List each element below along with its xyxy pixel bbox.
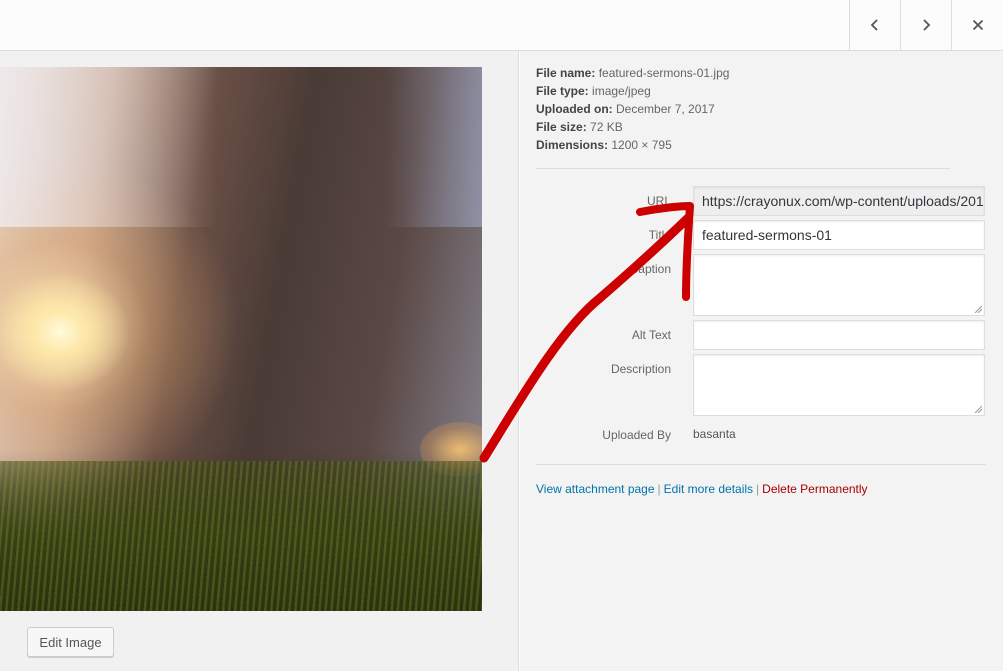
photo-sky (0, 67, 482, 227)
file-type-label: File type: (536, 84, 589, 98)
delete-permanently-link[interactable]: Delete Permanently (762, 482, 867, 496)
title-label: Title (648, 228, 671, 242)
uploaded-on-value: December 7, 2017 (616, 102, 715, 116)
caption-label: Caption (629, 262, 671, 276)
file-size-row: File size: 72 KB (536, 118, 729, 136)
dimensions-value: 1200 × 795 (611, 138, 672, 152)
resize-grip-icon[interactable] (974, 305, 982, 313)
attachment-details-panel: File name: featured-sermons-01.jpg File … (520, 51, 1003, 671)
edit-image-button[interactable]: Edit Image (27, 627, 114, 657)
attachment-image (0, 67, 482, 611)
previous-button[interactable] (849, 0, 900, 50)
file-name-row: File name: featured-sermons-01.jpg (536, 64, 729, 82)
file-name-value: featured-sermons-01.jpg (598, 66, 730, 80)
image-preview-panel: Edit Image (0, 51, 519, 671)
file-type-value: image/jpeg (592, 84, 651, 98)
url-field[interactable]: https://crayonux.com/wp-content/uploads/… (693, 186, 985, 216)
description-label: Description (610, 362, 671, 376)
file-name-label: File name: (536, 66, 596, 80)
alt-text-field[interactable] (693, 320, 985, 350)
file-meta: File name: featured-sermons-01.jpg File … (536, 64, 729, 154)
uploaded-on-label: Uploaded on: (536, 102, 613, 116)
attachment-actions: View attachment page | Edit more details | D… (536, 482, 868, 496)
alt-text-label: Alt Text (631, 328, 671, 342)
chevron-right-icon (923, 19, 931, 31)
resize-grip-icon[interactable] (974, 405, 982, 413)
close-button[interactable] (951, 0, 1003, 50)
link-separator: | (657, 482, 661, 496)
uploaded-by-value: basanta (693, 427, 736, 441)
modal-header (0, 0, 1003, 51)
close-icon (972, 19, 983, 31)
file-size-label: File size: (536, 120, 587, 134)
dimensions-row: Dimensions: 1200 × 795 (536, 136, 729, 154)
file-type-row: File type: image/jpeg (536, 82, 729, 100)
url-label: URL (646, 194, 671, 208)
link-separator: | (756, 482, 760, 496)
uploaded-by-label: Uploaded By (602, 428, 671, 442)
chevron-left-icon (870, 19, 878, 31)
dimensions-label: Dimensions: (536, 138, 609, 152)
edit-more-details-link[interactable]: Edit more details (664, 482, 753, 496)
next-button[interactable] (900, 0, 951, 50)
photo-grass (0, 461, 482, 611)
description-field[interactable] (693, 354, 985, 416)
caption-field[interactable] (693, 254, 985, 316)
fields-divider (536, 464, 986, 465)
uploaded-on-row: Uploaded on: December 7, 2017 (536, 100, 729, 118)
title-field[interactable]: featured-sermons-01 (693, 220, 985, 250)
file-size-value: 72 KB (590, 120, 623, 134)
meta-divider (536, 168, 950, 169)
view-attachment-link[interactable]: View attachment page (536, 482, 655, 496)
